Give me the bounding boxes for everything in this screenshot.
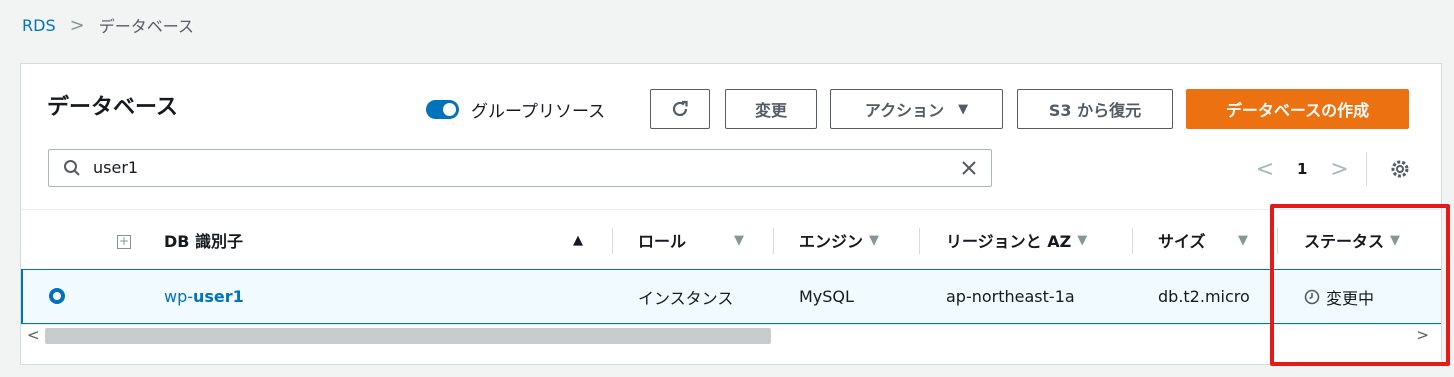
sort-desc-icon: ▼ xyxy=(869,232,880,248)
status-column-highlight xyxy=(1270,204,1450,366)
size-sort-icon[interactable]: ▼ xyxy=(1238,210,1248,270)
db-id-cell: wp-user1 xyxy=(164,270,244,323)
modify-button[interactable]: 変更 xyxy=(725,89,817,129)
page-number[interactable]: 1 xyxy=(1297,160,1307,178)
toggle-knob xyxy=(443,103,456,116)
chevron-left-icon[interactable]: < xyxy=(1253,157,1277,182)
search-icon xyxy=(64,160,80,176)
engine-header-label: エンジン xyxy=(799,232,864,251)
group-resources-label: グループリソース xyxy=(471,102,606,122)
column-header-db-id[interactable]: DB 識別子 xyxy=(164,210,243,270)
create-database-button[interactable]: データベースの作成 xyxy=(1186,89,1409,129)
column-divider xyxy=(919,228,920,254)
db-id-match: user1 xyxy=(193,287,244,306)
sort-desc-icon: ▼ xyxy=(1238,232,1248,248)
sort-desc-icon: ▼ xyxy=(734,232,744,248)
column-divider xyxy=(612,228,613,254)
breadcrumb-current: データベース xyxy=(98,17,194,36)
column-header-size[interactable]: サイズ xyxy=(1158,210,1206,270)
table-row[interactable]: wp-user1 インスタンス MySQL ap-northeast-1a db… xyxy=(21,269,1441,324)
pagination: < 1 > xyxy=(1253,154,1351,184)
chevron-right-icon[interactable]: > xyxy=(1327,157,1351,182)
role-sort-icon[interactable]: ▼ xyxy=(734,210,744,270)
caret-down-icon: ▼ xyxy=(958,101,969,117)
pager-divider xyxy=(1366,152,1367,186)
breadcrumb-separator: > xyxy=(69,14,85,36)
gear-icon[interactable] xyxy=(1389,158,1411,180)
search-input[interactable]: user1 xyxy=(93,158,138,177)
close-icon[interactable] xyxy=(961,160,977,176)
scroll-left-icon[interactable]: < xyxy=(27,326,40,344)
role-header-label: ロール xyxy=(638,232,687,251)
toggle-switch[interactable] xyxy=(426,100,459,119)
column-header-role[interactable]: ロール xyxy=(638,210,686,270)
expand-all-icon[interactable]: + xyxy=(117,235,131,249)
column-header-region[interactable]: リージョンと AZ ▼ xyxy=(946,210,1087,270)
region-header-label: リージョンと AZ xyxy=(946,232,1072,251)
search-field[interactable]: user1 xyxy=(48,149,992,187)
databases-panel: データベース グループリソース 変更 アクション ▼ S3 から復元 データベー… xyxy=(20,63,1442,365)
restore-from-s3-button[interactable]: S3 から復元 xyxy=(1017,89,1173,129)
breadcrumb-rds-link[interactable]: RDS xyxy=(22,16,56,35)
engine-cell: MySQL xyxy=(799,287,854,306)
db-id-link[interactable]: wp-user1 xyxy=(164,287,244,306)
group-resources-toggle[interactable]: グループリソース xyxy=(426,97,605,122)
refresh-button[interactable] xyxy=(650,89,710,129)
db-id-sort-icon[interactable]: ▲ xyxy=(573,210,583,270)
scrollbar-thumb[interactable] xyxy=(45,328,771,344)
column-header-engine[interactable]: エンジン ▼ xyxy=(799,210,879,270)
role-cell: インスタンス xyxy=(638,288,734,308)
row-select-radio[interactable] xyxy=(49,288,65,304)
actions-dropdown-button[interactable]: アクション ▼ xyxy=(830,89,1003,129)
page-title: データベース xyxy=(47,95,178,120)
row-selected-indicator xyxy=(21,269,23,324)
sort-desc-icon: ▼ xyxy=(1077,232,1088,248)
column-divider xyxy=(773,228,774,254)
region-cell: ap-northeast-1a xyxy=(946,287,1075,306)
refresh-icon xyxy=(672,100,688,117)
size-cell: db.t2.micro xyxy=(1158,287,1250,306)
sort-asc-icon: ▲ xyxy=(573,232,583,248)
horizontal-scrollbar[interactable]: < > xyxy=(21,324,1441,346)
actions-label: アクション xyxy=(864,101,945,120)
breadcrumb: RDS > データベース xyxy=(22,13,194,37)
column-divider xyxy=(1132,228,1133,254)
db-id-header-label: DB 識別子 xyxy=(164,232,244,251)
table-header: + DB 識別子 ▲ ロール ▼ エンジン ▼ リージョンと AZ ▼ サイズ … xyxy=(21,209,1441,269)
db-id-prefix: wp- xyxy=(164,287,194,306)
size-header-label: サイズ xyxy=(1158,232,1206,251)
